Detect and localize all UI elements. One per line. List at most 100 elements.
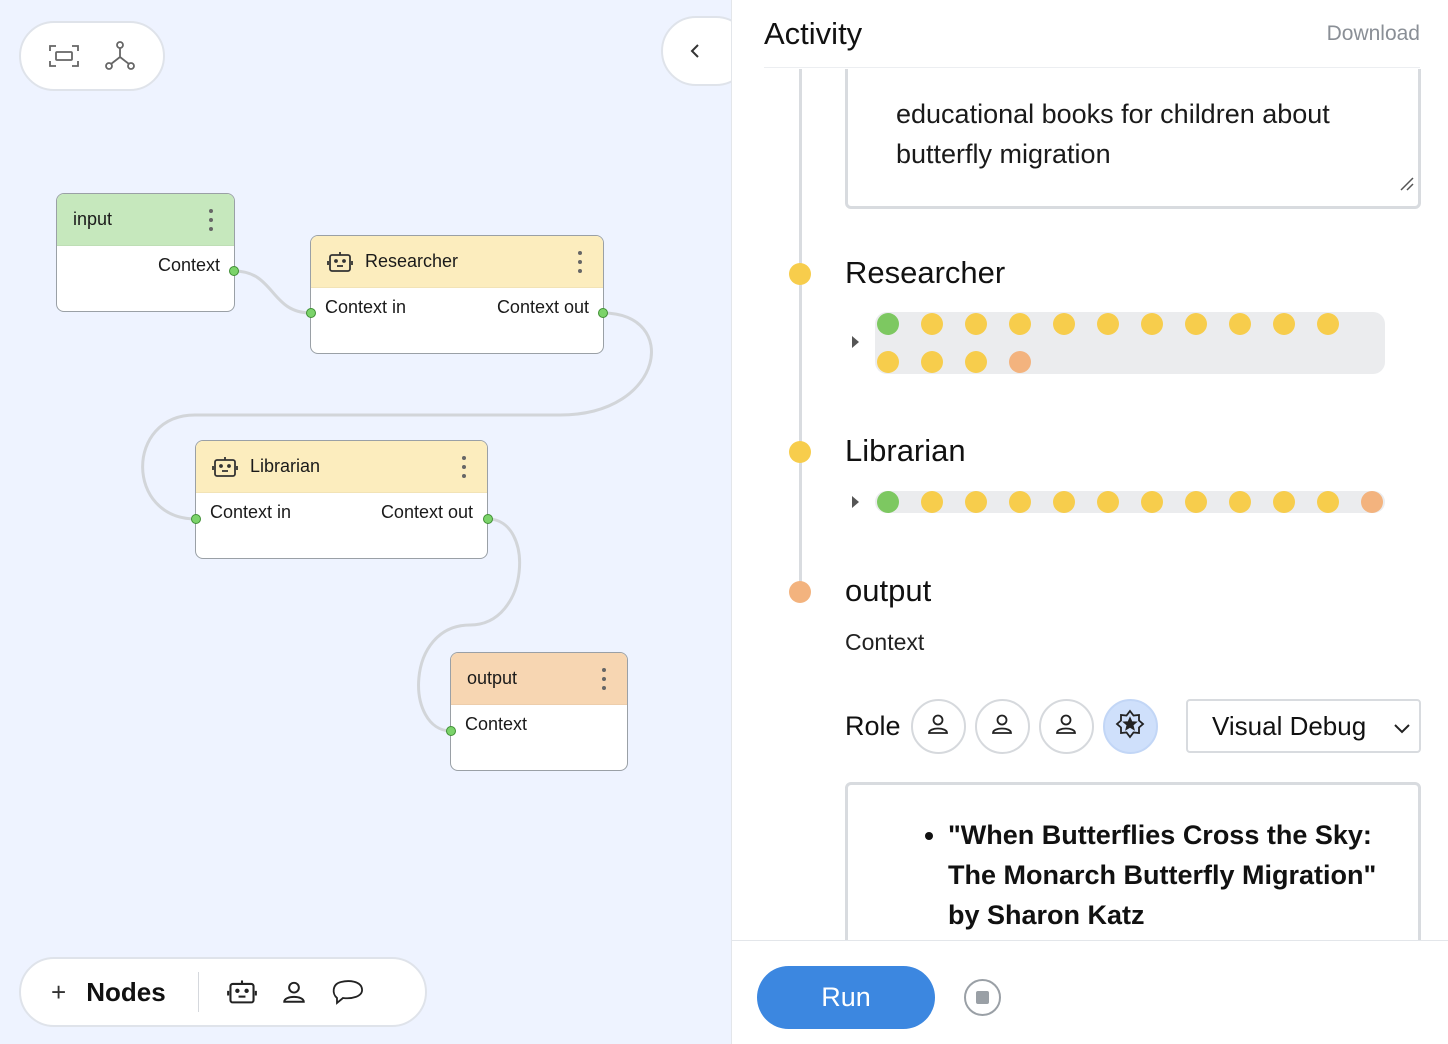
- node-title: Librarian: [250, 456, 321, 476]
- activity-timeline[interactable]: educational books for children about but…: [732, 69, 1448, 940]
- node-menu-icon[interactable]: [204, 208, 218, 231]
- run-event-dot[interactable]: [1141, 491, 1163, 513]
- role-star-button[interactable]: [1102, 698, 1158, 754]
- download-link[interactable]: Download: [1327, 22, 1420, 46]
- step-title-output: output: [845, 573, 932, 608]
- input-text: educational books for children about but…: [896, 99, 1330, 169]
- debug-mode-value: Visual Debug: [1212, 710, 1367, 741]
- robot-icon: [212, 455, 238, 479]
- run-button[interactable]: Run: [757, 966, 935, 1029]
- run-events-librarian[interactable]: [875, 491, 1385, 513]
- node-menu-icon[interactable]: [597, 667, 611, 690]
- node-menu-icon[interactable]: [573, 250, 587, 273]
- run-event-dot[interactable]: [1097, 313, 1119, 335]
- port-out-input[interactable]: [229, 266, 239, 276]
- port-label-in: Context: [465, 714, 528, 734]
- run-event-dot[interactable]: [1273, 313, 1295, 335]
- stop-button[interactable]: [964, 979, 1001, 1016]
- toolbar-divider: [197, 972, 199, 1012]
- run-event-dot[interactable]: [1141, 313, 1163, 335]
- node-type-buttons: [226, 978, 365, 1006]
- port-in-librarian[interactable]: [191, 514, 201, 524]
- add-agent-node-icon[interactable]: [226, 978, 257, 1006]
- run-event-dot[interactable]: [921, 491, 943, 513]
- node-header: Researcher: [311, 236, 603, 288]
- node-output[interactable]: output Context: [450, 652, 628, 771]
- node-title: Researcher: [365, 251, 459, 271]
- node-input[interactable]: input Context: [56, 193, 235, 312]
- nodes-button[interactable]: Nodes: [86, 977, 165, 1008]
- add-icon[interactable]: +: [51, 979, 66, 1005]
- run-event-dot[interactable]: [965, 491, 987, 513]
- port-label-out: Context out: [380, 502, 473, 522]
- node-header: output: [451, 653, 627, 705]
- run-event-dot[interactable]: [1317, 491, 1339, 513]
- run-event-dot[interactable]: [1185, 491, 1207, 513]
- expand-caret-icon[interactable]: [852, 336, 859, 348]
- run-events-researcher[interactable]: [875, 312, 1385, 374]
- node-title: output: [467, 668, 518, 688]
- role-user-button[interactable]: [910, 698, 966, 754]
- edge-input-researcher: [233, 269, 312, 315]
- debug-mode-select[interactable]: Visual Debug: [1186, 699, 1421, 753]
- star-badge-icon: [1115, 709, 1145, 744]
- run-event-dot[interactable]: [965, 313, 987, 335]
- run-event-dot[interactable]: [877, 351, 899, 373]
- expand-caret-icon[interactable]: [852, 496, 859, 508]
- run-event-dot[interactable]: [1273, 491, 1295, 513]
- step-status-dot: [789, 441, 811, 463]
- node-header: input: [57, 194, 234, 246]
- node-researcher[interactable]: Researcher Context in Context out: [310, 235, 604, 354]
- run-event-dot[interactable]: [965, 351, 987, 373]
- port-label-out: Context out: [496, 297, 589, 317]
- port-in-output[interactable]: [446, 726, 456, 736]
- port-out-researcher[interactable]: [598, 308, 608, 318]
- run-event-dot[interactable]: [921, 351, 943, 373]
- run-event-dot[interactable]: [1009, 351, 1031, 373]
- step-title-researcher: Researcher: [845, 255, 1006, 290]
- user-icon: [926, 712, 950, 741]
- port-in-researcher[interactable]: [306, 308, 316, 318]
- node-ports: Context: [57, 246, 234, 310]
- run-event-dot[interactable]: [1361, 491, 1383, 513]
- role-user-button[interactable]: [974, 698, 1030, 754]
- run-event-dot[interactable]: [1317, 313, 1339, 335]
- port-label-in: Context in: [210, 502, 292, 522]
- chevron-left-icon: [689, 42, 701, 60]
- node-toolbar: + Nodes: [19, 957, 427, 1027]
- activity-header: Activity Download: [764, 0, 1420, 68]
- node-ports: Context: [451, 705, 627, 769]
- resize-handle-icon[interactable]: [1398, 162, 1414, 202]
- user-icon: [990, 712, 1014, 741]
- layout-graph-icon[interactable]: [104, 40, 136, 72]
- run-event-dot[interactable]: [1053, 313, 1075, 335]
- run-event-dot[interactable]: [877, 313, 899, 335]
- input-textarea[interactable]: educational books for children about but…: [845, 69, 1421, 209]
- output-context-label: Context: [845, 629, 925, 655]
- port-label-out: Context: [157, 255, 220, 275]
- graph-canvas[interactable]: input Context Researcher Context in Cont…: [0, 0, 731, 1044]
- run-event-dot[interactable]: [1229, 313, 1251, 335]
- run-event-dot[interactable]: [1097, 491, 1119, 513]
- output-result-box[interactable]: "When Butterflies Cross the Sky: The Mon…: [845, 782, 1421, 940]
- run-event-dot[interactable]: [877, 491, 899, 513]
- step-status-dot: [789, 263, 811, 285]
- run-event-dot[interactable]: [1009, 491, 1031, 513]
- stop-icon: [976, 991, 989, 1004]
- role-user-button[interactable]: [1038, 698, 1094, 754]
- run-event-dot[interactable]: [1229, 491, 1251, 513]
- add-loop-node-icon[interactable]: [331, 978, 365, 1006]
- fit-view-icon[interactable]: [48, 44, 80, 68]
- timeline-line: [799, 69, 802, 599]
- run-event-dot[interactable]: [1185, 313, 1207, 335]
- run-event-dot[interactable]: [1009, 313, 1031, 335]
- node-librarian[interactable]: Librarian Context in Context out: [195, 440, 488, 559]
- port-out-librarian[interactable]: [483, 514, 493, 524]
- run-event-dot[interactable]: [921, 313, 943, 335]
- robot-icon: [327, 250, 353, 274]
- add-user-node-icon[interactable]: [281, 979, 307, 1005]
- step-status-dot: [789, 581, 811, 603]
- role-label: Role: [845, 710, 901, 741]
- run-event-dot[interactable]: [1053, 491, 1075, 513]
- node-menu-icon[interactable]: [457, 455, 471, 478]
